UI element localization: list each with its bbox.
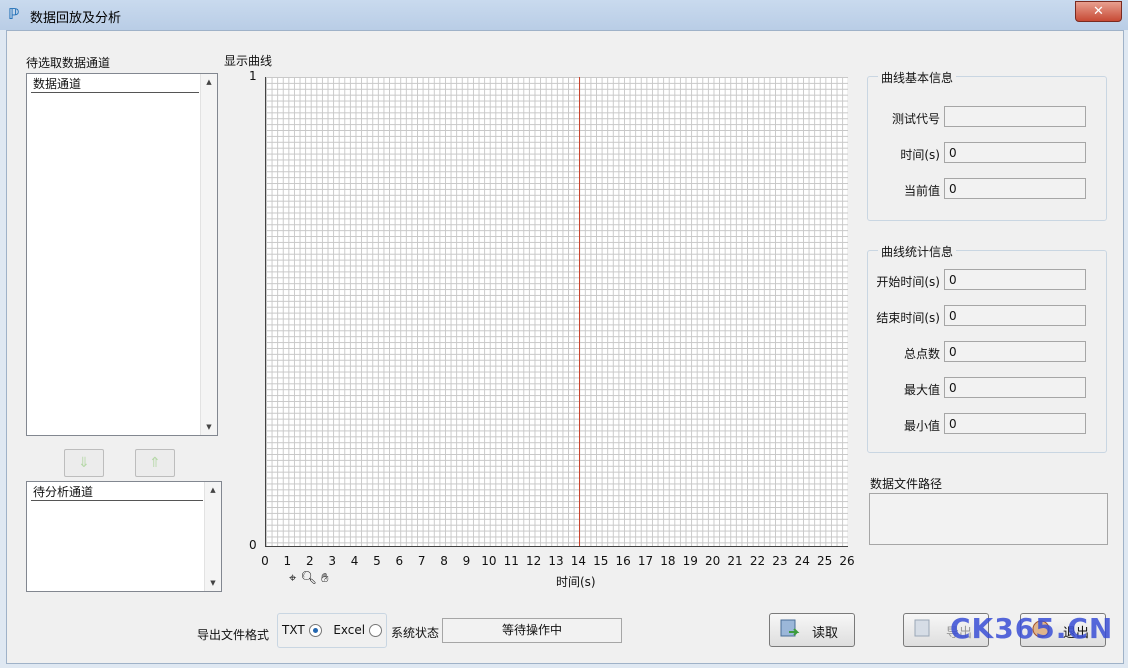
close-button[interactable]: ✕ bbox=[1075, 1, 1122, 22]
x-tick: 16 bbox=[615, 554, 631, 568]
y-tick-bottom: 0 bbox=[249, 538, 257, 552]
read-button[interactable]: 读取 bbox=[769, 613, 855, 647]
window-title: 数据回放及分析 bbox=[30, 11, 122, 26]
system-status-field: 等待操作中 bbox=[442, 618, 622, 643]
move-up-button[interactable]: ⇑ bbox=[135, 449, 175, 477]
x-tick: 1 bbox=[283, 554, 292, 568]
field-value[interactable]: 0 bbox=[944, 377, 1086, 398]
x-tick: 19 bbox=[682, 554, 698, 568]
export-data-icon bbox=[914, 619, 930, 637]
watermark-logo: CK365.CN bbox=[950, 612, 1114, 645]
field-value[interactable]: 0 bbox=[944, 178, 1086, 199]
plot-tools: ⌖ 🔍︎ ✋︎ bbox=[289, 571, 329, 586]
field-label: 最大值 bbox=[903, 383, 940, 397]
plot-cursor[interactable] bbox=[579, 77, 581, 546]
x-tick: 24 bbox=[794, 554, 810, 568]
app-icon: ℙ bbox=[8, 5, 20, 23]
scroll-down-icon[interactable]: ▼ bbox=[208, 579, 218, 587]
scroll-up-icon[interactable]: ▲ bbox=[208, 486, 218, 494]
field-value[interactable]: 0 bbox=[944, 269, 1086, 290]
txt-label: TXT bbox=[282, 623, 305, 637]
x-tick: 3 bbox=[328, 554, 336, 568]
x-tick: 11 bbox=[503, 554, 519, 568]
scroll-down-icon[interactable]: ▼ bbox=[204, 423, 214, 431]
title-bar: ℙ 数据回放及分析 ✕ bbox=[0, 0, 1128, 30]
read-data-icon bbox=[780, 619, 800, 637]
x-tick: 26 bbox=[839, 554, 855, 568]
x-tick: 22 bbox=[749, 554, 766, 568]
read-button-label: 读取 bbox=[812, 626, 839, 641]
basic-info-title: 曲线基本信息 bbox=[878, 69, 957, 86]
export-format-label: 导出文件格式 bbox=[197, 628, 270, 642]
pan-hand-icon[interactable]: ✋︎ bbox=[321, 571, 328, 586]
move-down-button[interactable]: ⇓ bbox=[64, 449, 104, 477]
x-tick: 8 bbox=[440, 554, 448, 568]
arrow-up-icon: ⇑ bbox=[149, 455, 161, 471]
x-tick: 14 bbox=[570, 554, 587, 568]
x-axis-label: 时间(s) bbox=[556, 575, 596, 589]
source-list-scrollbar[interactable]: ▲ ▼ bbox=[200, 74, 217, 435]
arrow-down-icon: ⇓ bbox=[78, 455, 90, 471]
main-panel: 待选取数据通道 数据通道 ▲ ▼ ⇓ ⇑ 待分析通道 ▲ ▼ 显示曲线 1 0 … bbox=[6, 30, 1124, 664]
x-tick: 23 bbox=[772, 554, 788, 568]
x-tick: 10 bbox=[481, 554, 497, 568]
source-list-header: 数据通道 bbox=[31, 76, 199, 93]
source-channels-label: 待选取数据通道 bbox=[26, 56, 111, 70]
x-tick: 20 bbox=[705, 554, 721, 568]
analysis-list-header: 待分析通道 bbox=[31, 484, 203, 501]
source-channel-list[interactable]: 数据通道 ▲ ▼ bbox=[26, 73, 218, 436]
file-path-field[interactable] bbox=[869, 493, 1108, 545]
excel-radio[interactable] bbox=[368, 624, 382, 637]
field-label: 当前值 bbox=[903, 184, 940, 198]
stats-info-title: 曲线统计信息 bbox=[878, 243, 957, 260]
crosshair-icon[interactable]: ⌖ bbox=[289, 571, 296, 586]
x-tick: 4 bbox=[350, 554, 359, 568]
field-label: 结束时间(s) bbox=[876, 311, 940, 325]
field-label: 总点数 bbox=[903, 347, 940, 361]
scroll-up-icon[interactable]: ▲ bbox=[204, 78, 214, 86]
field-label: 最小值 bbox=[903, 419, 940, 433]
field-value[interactable]: 0 bbox=[944, 142, 1086, 163]
x-tick: 0 bbox=[261, 554, 269, 568]
x-tick: 21 bbox=[727, 554, 743, 568]
x-tick: 6 bbox=[395, 554, 404, 568]
system-status-label: 系统状态 bbox=[391, 626, 440, 640]
x-tick: 25 bbox=[816, 554, 833, 568]
x-tick: 17 bbox=[637, 554, 654, 568]
x-tick: 2 bbox=[305, 554, 314, 568]
excel-label: Excel bbox=[333, 623, 366, 637]
x-tick: 18 bbox=[660, 554, 676, 568]
y-tick-top: 1 bbox=[249, 69, 257, 83]
field-value[interactable] bbox=[944, 106, 1086, 127]
x-tick: 12 bbox=[525, 554, 542, 568]
analysis-channel-list[interactable]: 待分析通道 ▲ ▼ bbox=[26, 481, 222, 592]
x-tick: 13 bbox=[548, 554, 564, 568]
field-label: 测试代号 bbox=[891, 112, 940, 126]
txt-radio[interactable] bbox=[308, 624, 322, 637]
zoom-icon[interactable]: 🔍︎ bbox=[300, 571, 317, 586]
field-label: 时间(s) bbox=[900, 148, 940, 162]
x-tick: 9 bbox=[462, 554, 471, 568]
x-tick: 15 bbox=[593, 554, 609, 568]
x-tick: 5 bbox=[373, 554, 381, 568]
field-value[interactable]: 0 bbox=[944, 305, 1086, 326]
x-tick: 7 bbox=[417, 554, 426, 568]
field-value[interactable]: 0 bbox=[944, 341, 1086, 362]
format-radio-row: TXT Excel bbox=[282, 623, 382, 637]
analysis-list-scrollbar[interactable]: ▲ ▼ bbox=[204, 482, 221, 591]
field-label: 开始时间(s) bbox=[876, 275, 940, 289]
plot-title: 显示曲线 bbox=[224, 54, 273, 68]
curve-plot[interactable] bbox=[265, 77, 848, 547]
field-value[interactable]: 0 bbox=[944, 413, 1086, 434]
file-path-label: 数据文件路径 bbox=[870, 477, 943, 491]
